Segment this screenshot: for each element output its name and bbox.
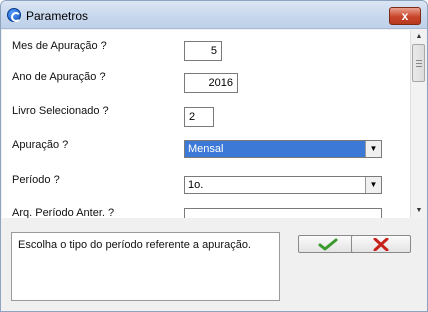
periodo-select[interactable]: 1o. ▼ — [184, 176, 382, 194]
parameters-panel: Mes de Apuração ? 5 Ano de Apuração ? 20… — [2, 30, 426, 218]
livro-selecionado-input[interactable]: 2 — [184, 107, 214, 127]
arq-periodo-anterior-input[interactable] — [184, 208, 382, 218]
scroll-down-icon[interactable]: ▼ — [411, 204, 426, 218]
ano-apuracao-input[interactable]: 2016 — [184, 73, 238, 93]
mes-apuracao-input[interactable]: 5 — [184, 41, 222, 61]
confirm-button[interactable] — [298, 235, 358, 253]
cancel-button[interactable] — [351, 235, 411, 253]
ano-apuracao-label: Ano de Apuração ? — [12, 71, 106, 83]
scrollbar-thumb[interactable] — [412, 44, 425, 82]
help-text-box: Escolha o tipo do período referente a ap… — [11, 232, 280, 301]
arq-periodo-anterior-label: Arq. Período Anter. ? — [12, 207, 115, 218]
livro-selecionado-label: Livro Selecionado ? — [12, 105, 109, 117]
close-button[interactable]: x — [389, 7, 421, 25]
close-icon: x — [401, 9, 409, 23]
x-icon — [373, 238, 389, 251]
window-title: Parametros — [26, 9, 89, 23]
parametros-dialog: Parametros x Mes de Apuração ? 5 Ano de … — [0, 0, 428, 312]
checkmark-icon — [318, 238, 338, 251]
periodo-label: Período ? — [12, 174, 60, 186]
title-bar: Parametros x — [1, 1, 427, 29]
help-text: Escolha o tipo do período referente a ap… — [18, 239, 251, 251]
scroll-up-icon[interactable]: ▲ — [411, 30, 426, 44]
apuracao-selected-value: Mensal — [188, 143, 224, 155]
app-logo-icon — [7, 8, 21, 22]
apuracao-label: Apuração ? — [12, 139, 69, 151]
vertical-scrollbar[interactable]: ▲ ▼ — [410, 30, 426, 218]
chevron-down-icon[interactable]: ▼ — [365, 141, 381, 157]
chevron-down-icon[interactable]: ▼ — [365, 177, 381, 193]
mes-apuracao-label: Mes de Apuração ? — [12, 40, 107, 52]
periodo-selected-value: 1o. — [188, 179, 204, 191]
apuracao-select[interactable]: Mensal ▼ — [184, 140, 382, 158]
